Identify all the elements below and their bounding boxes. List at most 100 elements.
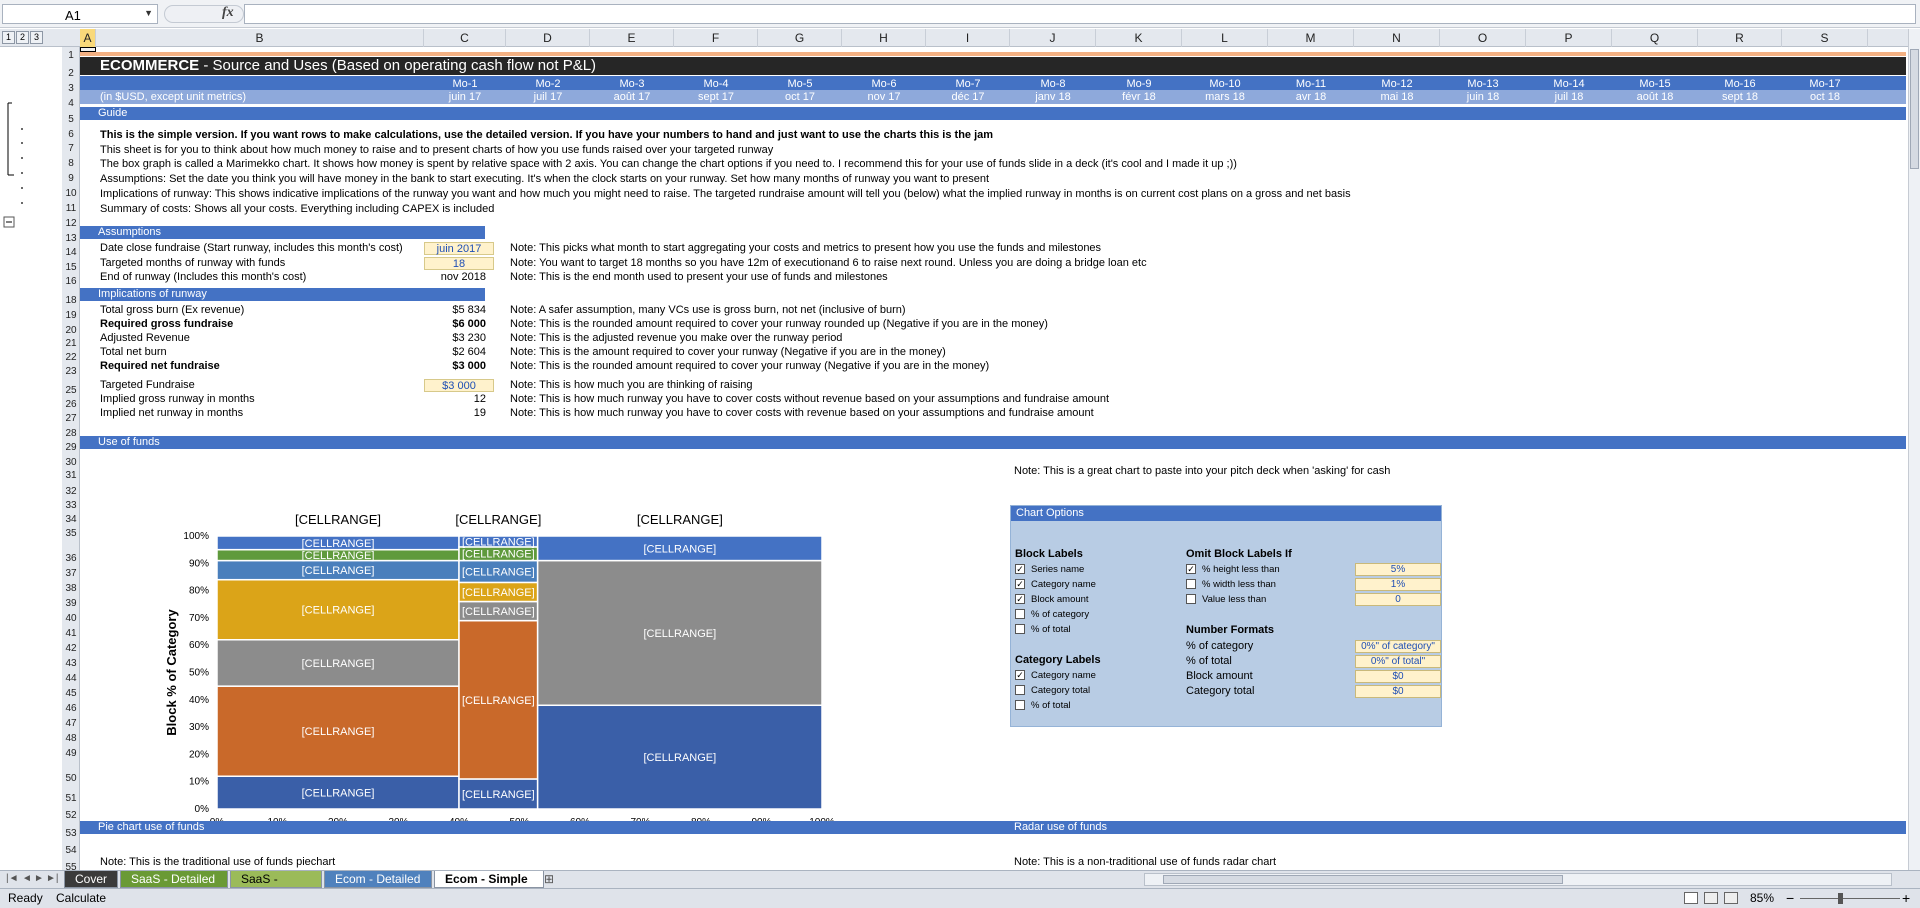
column-header-f[interactable]: F xyxy=(674,29,758,47)
category-label-checkbox[interactable] xyxy=(1015,700,1025,710)
row-header-26[interactable]: 26 xyxy=(62,399,80,410)
block-label-checkbox[interactable]: ✓ xyxy=(1015,594,1025,604)
new-sheet-icon[interactable]: ⊞ xyxy=(544,872,554,886)
row-header-44[interactable]: 44 xyxy=(62,673,80,684)
row-header-5[interactable]: 5 xyxy=(62,114,80,125)
row-header-18[interactable]: 18 xyxy=(62,295,80,306)
row-header-53[interactable]: 53 xyxy=(62,828,80,839)
category-label-checkbox[interactable]: ✓ xyxy=(1015,670,1025,680)
sheet-tab-ecom-simple[interactable]: Ecom - Simple xyxy=(434,871,544,888)
row-header-11[interactable]: 11 xyxy=(62,203,80,214)
row-header-12[interactable]: 12 xyxy=(62,218,80,229)
row-header-38[interactable]: 38 xyxy=(62,583,80,594)
row-header-30[interactable]: 30 xyxy=(62,457,80,468)
column-header-l[interactable]: L xyxy=(1182,29,1268,47)
row-header-16[interactable]: 16 xyxy=(62,276,80,287)
column-header-e[interactable]: E xyxy=(590,29,674,47)
sheet-tab-saas-simple[interactable]: SaaS - Simple xyxy=(230,871,322,902)
chevron-down-icon[interactable]: ▼ xyxy=(144,8,153,18)
assumption-input[interactable]: juin 2017 xyxy=(424,242,494,255)
horizontal-scrollbar[interactable] xyxy=(1144,873,1892,886)
zoom-out-icon[interactable]: − xyxy=(1786,889,1794,908)
row-header-1[interactable]: 1 xyxy=(62,50,80,61)
row-header-34[interactable]: 34 xyxy=(62,514,80,525)
omit-checkbox[interactable] xyxy=(1186,579,1196,589)
row-header-42[interactable]: 42 xyxy=(62,643,80,654)
row-header-31[interactable]: 31 xyxy=(62,470,80,481)
normal-view-icon[interactable] xyxy=(1684,892,1698,904)
page-layout-icon[interactable] xyxy=(1704,892,1718,904)
worksheet-grid[interactable]: ECOMMERCE - Source and Uses (Based on op… xyxy=(80,47,1908,870)
row-header-50[interactable]: 50 xyxy=(62,773,80,784)
outline-level-2[interactable]: 2 xyxy=(16,31,29,44)
column-header-o[interactable]: O xyxy=(1440,29,1526,47)
row-header-23[interactable]: 23 xyxy=(62,366,80,377)
row-header-3[interactable]: 3 xyxy=(62,83,80,94)
sheet-tab-saas-detailed[interactable]: SaaS - Detailed xyxy=(120,871,228,888)
status-calculate[interactable]: Calculate xyxy=(56,889,106,908)
row-header-13[interactable]: 13 xyxy=(62,233,80,244)
column-header-g[interactable]: G xyxy=(758,29,842,47)
block-label-checkbox[interactable] xyxy=(1015,609,1025,619)
formula-input[interactable] xyxy=(244,4,1916,24)
row-header-36[interactable]: 36 xyxy=(62,553,80,564)
row-header-33[interactable]: 33 xyxy=(62,500,80,511)
column-header-n[interactable]: N xyxy=(1354,29,1440,47)
column-header-p[interactable]: P xyxy=(1526,29,1612,47)
row-header-52[interactable]: 52 xyxy=(62,810,80,821)
row-header-20[interactable]: 20 xyxy=(62,325,80,336)
marimekko-chart[interactable]: [CELLRANGE][CELLRANGE][CELLRANGE][CELLRA… xyxy=(120,451,880,821)
omit-checkbox[interactable] xyxy=(1186,594,1196,604)
outline-level-1[interactable]: 1 xyxy=(2,31,15,44)
outline-bracket[interactable] xyxy=(0,47,62,870)
zoom-slider-thumb[interactable] xyxy=(1838,893,1843,904)
number-format-input[interactable]: 0%" of category" xyxy=(1355,640,1441,653)
row-header-47[interactable]: 47 xyxy=(62,718,80,729)
row-header-6[interactable]: 6 xyxy=(62,129,80,140)
column-header-q[interactable]: Q xyxy=(1612,29,1698,47)
targeted-fundraise-input[interactable]: $3 000 xyxy=(424,379,494,392)
outline-level-3[interactable]: 3 xyxy=(30,31,43,44)
page-break-icon[interactable] xyxy=(1724,892,1738,904)
column-header-c[interactable]: C xyxy=(424,29,506,47)
first-sheet-icon[interactable]: |◄ xyxy=(6,873,19,884)
row-header-37[interactable]: 37 xyxy=(62,568,80,579)
zoom-slider[interactable] xyxy=(1800,898,1900,899)
row-header-39[interactable]: 39 xyxy=(62,598,80,609)
row-header-15[interactable]: 15 xyxy=(62,262,80,273)
number-format-input[interactable]: 0%" of total" xyxy=(1355,655,1441,668)
omit-threshold-input[interactable]: 0 xyxy=(1355,593,1441,606)
number-format-input[interactable]: $0 xyxy=(1355,670,1441,683)
block-label-checkbox[interactable]: ✓ xyxy=(1015,564,1025,574)
prev-sheet-icon[interactable]: ◄ xyxy=(22,873,32,884)
column-header-r[interactable]: R xyxy=(1698,29,1782,47)
sheet-tab-ecom-detailed[interactable]: Ecom - Detailed xyxy=(324,871,432,888)
omit-threshold-input[interactable]: 5% xyxy=(1355,563,1441,576)
column-header-b[interactable]: B xyxy=(96,29,424,47)
row-header-29[interactable]: 29 xyxy=(62,442,80,453)
row-header-32[interactable]: 32 xyxy=(62,486,80,497)
row-header-8[interactable]: 8 xyxy=(62,158,80,169)
assumption-input[interactable]: 18 xyxy=(424,256,494,270)
column-header-k[interactable]: K xyxy=(1096,29,1182,47)
row-header-10[interactable]: 10 xyxy=(62,188,80,199)
row-header-19[interactable]: 19 xyxy=(62,310,80,321)
row-header-2[interactable]: 2 xyxy=(62,68,80,79)
row-header-4[interactable]: 4 xyxy=(62,98,80,109)
last-sheet-icon[interactable]: ►| xyxy=(46,873,59,884)
number-format-input[interactable]: $0 xyxy=(1355,685,1441,698)
row-header-21[interactable]: 21 xyxy=(62,338,80,349)
row-header-35[interactable]: 35 xyxy=(62,528,80,539)
row-header-43[interactable]: 43 xyxy=(62,658,80,669)
row-header-40[interactable]: 40 xyxy=(62,613,80,624)
category-label-checkbox[interactable] xyxy=(1015,685,1025,695)
row-header-48[interactable]: 48 xyxy=(62,733,80,744)
column-header-j[interactable]: J xyxy=(1010,29,1096,47)
row-header-49[interactable]: 49 xyxy=(62,748,80,759)
row-header-7[interactable]: 7 xyxy=(62,143,80,154)
row-header-54[interactable]: 54 xyxy=(62,845,80,856)
row-header-22[interactable]: 22 xyxy=(62,352,80,363)
column-header-d[interactable]: D xyxy=(506,29,590,47)
column-header-i[interactable]: I xyxy=(926,29,1010,47)
zoom-level[interactable]: 85% xyxy=(1750,889,1774,908)
